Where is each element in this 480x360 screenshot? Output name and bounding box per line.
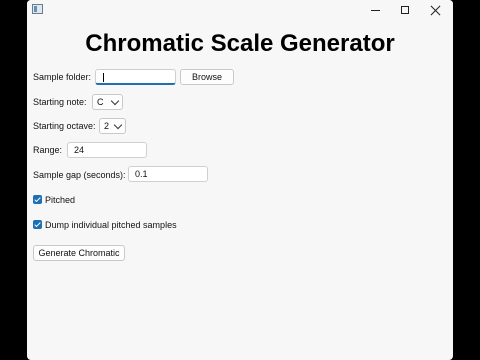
pitched-checkbox[interactable] (33, 195, 42, 204)
starting-note-select[interactable]: C (92, 94, 123, 110)
starting-octave-value: 2 (104, 121, 110, 131)
dump-samples-checkbox[interactable] (33, 220, 42, 229)
starting-octave-select[interactable]: 2 (99, 118, 126, 134)
browse-button[interactable]: Browse (180, 69, 234, 85)
sample-folder-input[interactable] (95, 69, 176, 85)
maximize-icon (401, 6, 409, 14)
starting-octave-label: Starting octave: (33, 121, 96, 131)
range-label: Range: (33, 145, 63, 155)
dump-samples-label: Dump individual pitched samples (45, 220, 177, 230)
minimize-icon (370, 9, 380, 11)
chevron-down-icon (113, 120, 123, 130)
app-window: Chromatic Scale Generator Sample folder:… (27, 0, 453, 360)
window-app-icon (32, 4, 43, 14)
sample-folder-label: Sample folder: (33, 72, 92, 82)
starting-note-label: Starting note: (33, 97, 87, 107)
generate-chromatic-button[interactable]: Generate Chromatic (33, 245, 125, 261)
chevron-down-icon (110, 96, 120, 106)
minimize-button[interactable] (359, 0, 391, 20)
close-icon (430, 5, 441, 16)
title-bar[interactable] (27, 0, 453, 20)
page-title: Chromatic Scale Generator (85, 30, 395, 57)
pitched-label: Pitched (45, 195, 76, 205)
close-button[interactable] (419, 0, 451, 20)
starting-note-value: C (97, 97, 104, 107)
range-input[interactable]: 24 (67, 142, 147, 158)
text-caret (103, 73, 104, 82)
maximize-button[interactable] (389, 0, 421, 20)
sample-gap-label: Sample gap (seconds): (33, 170, 126, 180)
sample-gap-input[interactable]: 0.1 (128, 166, 208, 182)
